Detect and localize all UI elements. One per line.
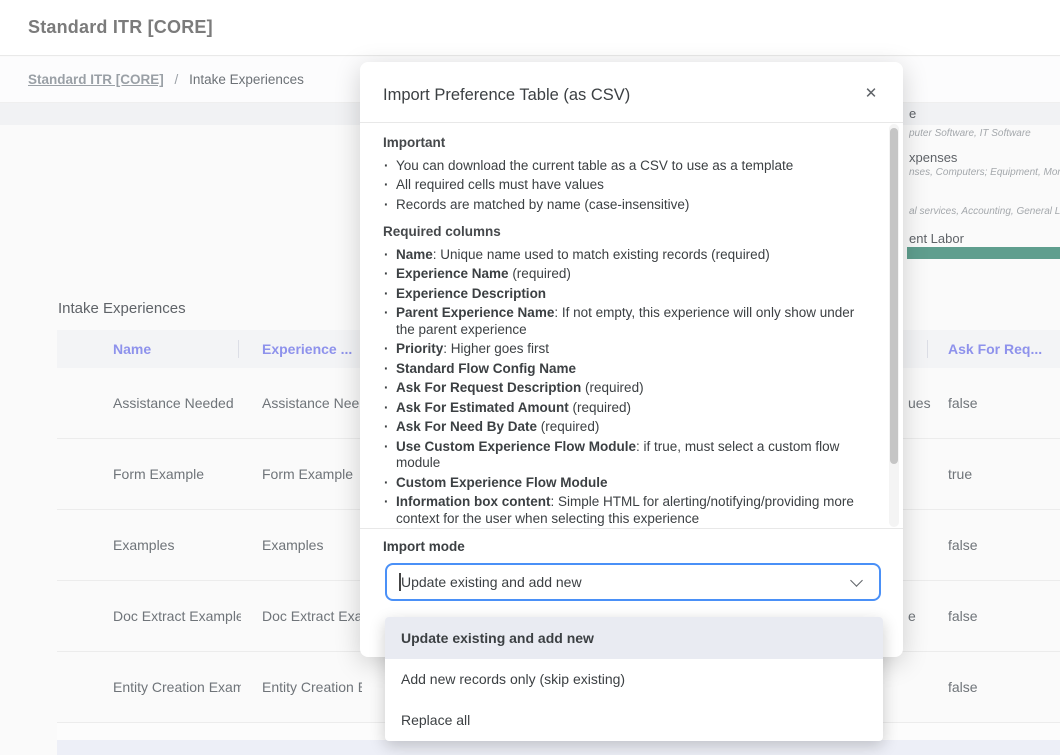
cell-partial: ues <box>908 368 940 439</box>
required-columns-bullet-list: Name: Unique name used to match existing… <box>383 247 867 529</box>
background-fragment-text: puter Software, IT Software <box>909 128 1060 139</box>
page-title: Standard ITR [CORE] <box>28 17 213 38</box>
import-mode-label: Import mode <box>383 539 465 554</box>
column-term: Standard Flow Config Name <box>396 361 576 376</box>
dropdown-option[interactable]: Update existing and add new <box>385 617 883 659</box>
bullet-item: Use Custom Experience Flow Module: if tr… <box>383 439 867 472</box>
breadcrumb: Standard ITR [CORE] / Intake Experiences <box>28 72 304 87</box>
cell-name: Entity Creation Exam <box>113 652 241 723</box>
cell-ask-for-req: true <box>948 439 972 510</box>
column-term: Experience Description <box>396 286 546 301</box>
modal-scroll-content: Important You can download the current t… <box>383 123 867 528</box>
dropdown-option[interactable]: Add new records only (skip existing) <box>385 659 883 700</box>
background-fragment-text: nses, Computers; Equipment, Monitors, Pr… <box>909 167 1060 178</box>
bullet-item: All required cells must have values <box>383 177 867 194</box>
column-term: Information box content <box>396 494 551 509</box>
bullet-item: Records are matched by name (case-insens… <box>383 197 867 214</box>
import-mode-selected-value: Update existing and add new <box>401 565 582 599</box>
pagination-strip <box>57 740 1060 755</box>
column-divider <box>927 340 928 358</box>
category-progress-bar <box>907 247 1060 259</box>
cell-ask-for-req: false <box>948 368 978 439</box>
column-header-experience: Experience ... <box>262 330 352 368</box>
modal-content-divider <box>360 528 903 529</box>
column-term: Ask For Need By Date <box>396 419 537 434</box>
bullet-item: Ask For Estimated Amount (required) <box>383 400 867 417</box>
column-term: Parent Experience Name <box>396 305 554 320</box>
cell-ask-for-req: false <box>948 581 978 652</box>
column-header-name: Name <box>113 330 151 368</box>
page-header: Standard ITR [CORE] <box>0 0 1060 56</box>
column-term: Ask For Request Description <box>396 380 581 395</box>
breadcrumb-current: Intake Experiences <box>189 72 304 87</box>
modal-scrollbar-thumb[interactable] <box>890 128 898 464</box>
bullet-item: Priority: Higher goes first <box>383 341 867 358</box>
column-header-ask-for-req: Ask For Req... <box>948 330 1042 368</box>
bullet-item: Information box content: Simple HTML for… <box>383 494 867 527</box>
bullet-item: Name: Unique name used to match existing… <box>383 247 867 264</box>
required-columns-heading: Required columns <box>383 224 867 241</box>
cell-ask-for-req: false <box>948 652 978 723</box>
bullet-item: Ask For Request Description (required) <box>383 380 867 397</box>
important-heading: Important <box>383 135 867 152</box>
table-section-label: Intake Experiences <box>58 300 186 317</box>
bullet-item: Parent Experience Name: If not empty, th… <box>383 305 867 338</box>
column-term: Priority <box>396 341 443 356</box>
cell-experience: Assistance Nee <box>262 368 362 439</box>
cell-name: Assistance Needed <box>113 368 241 439</box>
app-frame: Standard ITR [CORE] Standard ITR [CORE] … <box>0 0 1060 755</box>
column-term: Experience Name <box>396 266 509 281</box>
background-fragment-text: xpenses <box>909 150 1060 165</box>
cell-partial: e <box>908 581 940 652</box>
import-mode-dropdown: Update existing and add newAdd new recor… <box>385 617 883 741</box>
modal-title: Import Preference Table (as CSV) <box>383 86 630 105</box>
cell-experience: Examples <box>262 510 362 581</box>
cell-name: Doc Extract Example <box>113 581 241 652</box>
breadcrumb-link-standard-itr[interactable]: Standard ITR [CORE] <box>28 72 164 87</box>
dropdown-option[interactable]: Replace all <box>385 700 883 741</box>
bullet-item: Custom Experience Flow Module <box>383 475 867 492</box>
cell-experience: Entity Creation Exa <box>262 652 362 723</box>
background-fragment-text: al services, Accounting, General Legal, … <box>909 206 1060 217</box>
breadcrumb-separator: / <box>175 72 179 87</box>
bullet-item: Experience Name (required) <box>383 266 867 283</box>
bullet-item: You can download the current table as a … <box>383 158 867 175</box>
background-fragment-text: e <box>909 106 1060 121</box>
cell-name: Examples <box>113 510 241 581</box>
column-divider <box>238 340 239 358</box>
column-term: Name <box>396 247 433 262</box>
bullet-item: Ask For Need By Date (required) <box>383 419 867 436</box>
column-term: Custom Experience Flow Module <box>396 475 608 490</box>
cell-name: Form Example <box>113 439 241 510</box>
chevron-down-icon <box>850 574 863 587</box>
import-preference-modal: Import Preference Table (as CSV) ✕ Impor… <box>360 62 903 657</box>
important-bullet-list: You can download the current table as a … <box>383 158 867 214</box>
column-term: Ask For Estimated Amount <box>396 400 569 415</box>
cell-ask-for-req: false <box>948 510 978 581</box>
cell-experience: Form Example <box>262 439 362 510</box>
close-icon[interactable]: ✕ <box>861 84 881 104</box>
background-fragment-text: ent Labor <box>909 231 1060 246</box>
bullet-item: Experience Description <box>383 286 867 303</box>
column-term: Use Custom Experience Flow Module <box>396 439 636 454</box>
import-mode-select[interactable]: Update existing and add new <box>385 563 881 601</box>
cell-experience: Doc Extract Exa <box>262 581 362 652</box>
bullet-item: Standard Flow Config Name <box>383 361 867 378</box>
